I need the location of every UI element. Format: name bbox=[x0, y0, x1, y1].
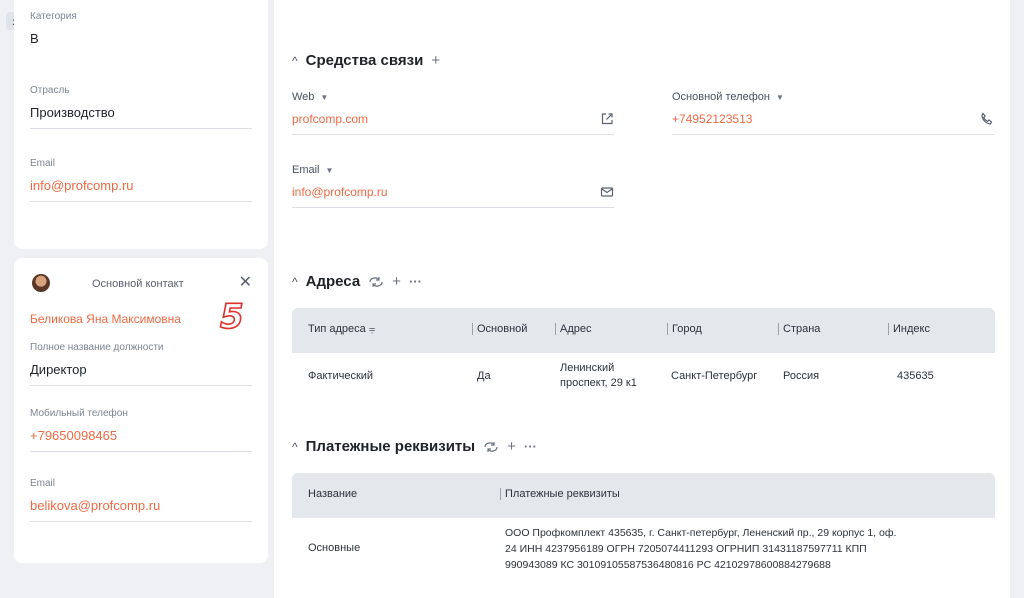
contact-email-field: Email belikova@profcomp.ru bbox=[30, 478, 252, 522]
address-country-cell: Россия bbox=[783, 370, 820, 382]
refresh-icon[interactable] bbox=[368, 276, 384, 288]
main-phone-field: Основной телефон ▼ +74952123513 bbox=[672, 91, 994, 135]
table-row[interactable]: Фактический Да Ленинский проспект, 29 к1… bbox=[292, 353, 995, 401]
main-phone-value[interactable]: +74952123513 bbox=[672, 112, 752, 126]
communications-title: Средства связи bbox=[305, 52, 424, 69]
category-field: Категория B bbox=[30, 11, 252, 54]
address-type-cell: Фактический bbox=[308, 370, 374, 382]
addresses-section-header: ^ Адреса + ··· bbox=[292, 273, 422, 290]
contact-title: Основной контакт bbox=[92, 278, 184, 290]
payments-table-header: Название Платежные реквизиты bbox=[292, 473, 995, 518]
address-city-cell: Санкт-Петербург bbox=[671, 370, 758, 382]
address-cell: Ленинский проспект, 29 к1 bbox=[560, 362, 637, 389]
column-header-address[interactable]: Адрес bbox=[555, 323, 592, 335]
add-payment-button[interactable]: + bbox=[507, 438, 516, 455]
communications-section-header: ^ Средства связи + bbox=[292, 52, 440, 69]
industry-label: Отрасль bbox=[30, 85, 70, 96]
position-value[interactable]: Директор bbox=[30, 362, 252, 386]
column-header-requisites[interactable]: Платежные реквизиты bbox=[500, 488, 620, 500]
more-options-icon[interactable]: ··· bbox=[524, 439, 537, 454]
web-label: Web bbox=[292, 91, 315, 103]
contact-header: Основной контакт ✕ bbox=[30, 274, 252, 294]
payments-table: Название Платежные реквизиты Основные ОО… bbox=[292, 473, 995, 598]
company-email-field: Email info@profcomp.ru bbox=[30, 158, 252, 202]
contact-name-link[interactable]: Беликова Яна Максимовна bbox=[30, 312, 181, 326]
collapse-caret-icon[interactable]: ^ bbox=[292, 275, 298, 289]
addresses-title: Адреса bbox=[305, 273, 361, 290]
contact-email-label: Email bbox=[30, 478, 56, 489]
main-phone-label: Основной телефон bbox=[672, 91, 770, 103]
company-email-value[interactable]: info@profcomp.ru bbox=[30, 178, 252, 202]
refresh-icon[interactable] bbox=[483, 441, 499, 453]
mobile-phone-label: Мобильный телефон bbox=[30, 408, 128, 419]
position-field: Полное название должности Директор bbox=[30, 342, 252, 386]
column-header-city[interactable]: Город bbox=[667, 323, 702, 335]
category-value[interactable]: B bbox=[30, 31, 252, 54]
scrollbar[interactable] bbox=[1010, 0, 1024, 598]
contact-email-value[interactable]: belikova@profcomp.ru bbox=[30, 498, 252, 522]
email-value[interactable]: info@profcomp.ru bbox=[292, 185, 388, 199]
collapse-caret-icon[interactable]: ^ bbox=[292, 54, 298, 68]
main-content: ^ Средства связи + Web ▼ profcomp.com Осн… bbox=[274, 0, 1010, 598]
add-communication-button[interactable]: + bbox=[431, 52, 440, 69]
position-label: Полное название должности bbox=[30, 342, 164, 353]
column-header-country[interactable]: Страна bbox=[778, 323, 820, 335]
chevron-down-icon[interactable]: ▼ bbox=[776, 93, 784, 102]
addresses-table-header: Тип адреса ⩦ Основной Адрес Город Страна… bbox=[292, 308, 995, 353]
addresses-table: Тип адреса ⩦ Основной Адрес Город Страна… bbox=[292, 308, 995, 401]
company-info-card: Категория B Отрасль Производство Email i… bbox=[14, 0, 268, 249]
email-label: Email bbox=[292, 164, 320, 176]
payment-requisites-cell: ООО Профкомплект 435635, г. Санкт-петерб… bbox=[505, 527, 897, 571]
external-link-icon[interactable] bbox=[600, 112, 614, 126]
address-index-cell: 435635 bbox=[897, 370, 934, 382]
industry-field: Отрасль Производство bbox=[30, 85, 252, 129]
mobile-phone-value[interactable]: +79650098465 bbox=[30, 428, 252, 452]
chevron-down-icon[interactable]: ▼ bbox=[320, 93, 328, 102]
column-header-primary[interactable]: Основной bbox=[472, 323, 527, 335]
table-row[interactable]: Основные ООО Профкомплект 435635, г. Сан… bbox=[292, 518, 995, 598]
column-header-index[interactable]: Индекс bbox=[888, 323, 930, 335]
column-header-name[interactable]: Название bbox=[308, 488, 357, 500]
industry-value[interactable]: Производство bbox=[30, 105, 252, 129]
mobile-phone-field: Мобильный телефон +79650098465 bbox=[30, 408, 252, 452]
more-options-icon[interactable]: ··· bbox=[409, 274, 422, 289]
category-label: Категория bbox=[30, 11, 77, 22]
avatar bbox=[32, 274, 50, 292]
chevron-down-icon[interactable]: ▼ bbox=[326, 166, 334, 175]
payments-title: Платежные реквизиты bbox=[305, 438, 476, 455]
mail-icon[interactable] bbox=[600, 185, 614, 199]
column-header-type[interactable]: Тип адреса ⩦ bbox=[308, 323, 375, 336]
add-address-button[interactable]: + bbox=[392, 273, 401, 290]
payment-name-cell: Основные bbox=[308, 542, 361, 554]
address-primary-cell: Да bbox=[477, 370, 491, 382]
step-number-annotation: 5 bbox=[219, 297, 244, 337]
payments-section-header: ^ Платежные реквизиты + ··· bbox=[292, 438, 537, 455]
email-field: Email ▼ info@profcomp.ru bbox=[292, 164, 614, 208]
company-email-label: Email bbox=[30, 158, 56, 169]
web-field: Web ▼ profcomp.com bbox=[292, 91, 614, 135]
web-value[interactable]: profcomp.com bbox=[292, 112, 368, 126]
phone-icon[interactable] bbox=[980, 112, 994, 126]
collapse-caret-icon[interactable]: ^ bbox=[292, 440, 298, 454]
close-icon[interactable]: ✕ bbox=[239, 274, 252, 292]
